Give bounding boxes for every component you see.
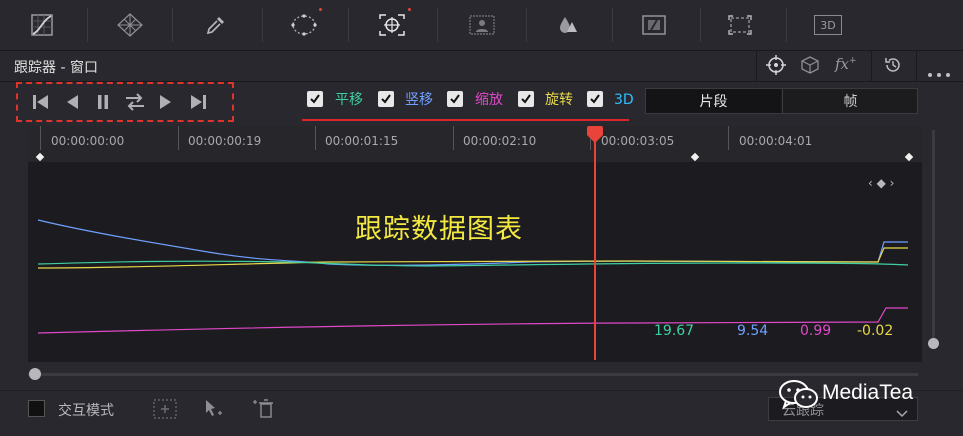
magic-mask-icon[interactable]: [462, 6, 502, 44]
cube-icon[interactable]: [799, 55, 821, 79]
key-icon[interactable]: [634, 6, 674, 44]
stop-track-icon[interactable]: [92, 92, 114, 112]
timecode-label: 00:00:04:01: [739, 134, 813, 148]
graph-annotation: 跟踪数据图表: [355, 214, 523, 245]
pan-value: 19.67: [654, 323, 695, 339]
delete-point-icon[interactable]: [250, 397, 276, 423]
clip-mode-button[interactable]: 片段: [646, 89, 781, 113]
tracker-icon[interactable]: [372, 6, 412, 44]
track-reverse-icon[interactable]: [61, 92, 83, 112]
blur-icon[interactable]: [548, 6, 588, 44]
curves-icon[interactable]: [22, 6, 62, 44]
track-forward-icon[interactable]: [155, 92, 177, 112]
vertical-zoom-handle[interactable]: [928, 338, 939, 349]
3d-label[interactable]: 3D: [614, 91, 634, 109]
checkmark-icon: [310, 94, 320, 104]
panel-title: 跟踪器 - 窗口: [14, 60, 98, 76]
insert-points-icon[interactable]: [152, 398, 178, 424]
checkmark-icon: [381, 94, 391, 104]
ruler-tick: [178, 126, 179, 150]
wechat-logo-icon: [779, 380, 818, 410]
frame-mode-button[interactable]: 帧: [782, 89, 918, 113]
track-to-end-icon[interactable]: [187, 92, 209, 112]
zoom-checkbox[interactable]: [447, 91, 463, 107]
pan-checkbox[interactable]: [307, 91, 323, 107]
keyframe-nav[interactable]: ‹ ◆ ›: [868, 176, 894, 190]
checkmark-icon: [450, 94, 460, 104]
pan-label[interactable]: 平移: [335, 91, 363, 109]
watermark-text: MediaTea: [822, 381, 914, 404]
tilt-label[interactable]: 竖移: [405, 91, 433, 109]
graph-curves: [37, 219, 909, 334]
ruler-tick: [728, 126, 729, 150]
options-highlight-underline: [302, 119, 629, 121]
node-toolbar: 3D: [0, 0, 963, 51]
track-to-start-icon[interactable]: [30, 92, 52, 112]
view-mode-toggle: 片段 帧: [645, 88, 918, 114]
reset-icon[interactable]: [883, 55, 903, 79]
crosshair-icon[interactable]: [765, 54, 787, 80]
vertical-zoom-track[interactable]: [932, 130, 935, 340]
ruler-tick: [40, 126, 41, 150]
playhead-handle-icon[interactable]: [585, 126, 605, 144]
3d-icon[interactable]: 3D: [808, 6, 848, 44]
checkmark-icon: [590, 94, 600, 104]
ruler-tick: [315, 126, 316, 150]
3d-icon-label: 3D: [814, 15, 842, 35]
window-icon[interactable]: [284, 6, 324, 44]
more-icon[interactable]: [927, 63, 951, 77]
color-warper-icon[interactable]: [110, 6, 150, 44]
horizontal-scroll-handle[interactable]: [29, 368, 41, 380]
track-both-directions-icon[interactable]: [124, 92, 146, 112]
timecode-label: 00:00:02:10: [463, 134, 537, 148]
set-point-icon[interactable]: [203, 398, 223, 424]
timecode-label: 00:00:01:15: [325, 134, 399, 148]
timecode-label: 00:00:00:00: [51, 134, 125, 148]
interactive-mode-checkbox[interactable]: [28, 400, 45, 417]
3d-checkbox[interactable]: [587, 91, 603, 107]
zoom-value: 0.99: [800, 323, 832, 339]
fx-icon[interactable]: fx+: [835, 55, 857, 73]
rotate-checkbox[interactable]: [518, 91, 534, 107]
timecode-label: 00:00:00:19: [188, 134, 262, 148]
tilt-value: 9.54: [737, 323, 769, 339]
sizing-icon[interactable]: [720, 6, 760, 44]
timecode-label: 00:00:03:05: [601, 134, 675, 148]
tilt-checkbox[interactable]: [378, 91, 394, 107]
panel-header: 跟踪器 - 窗口 fx+: [0, 51, 963, 82]
zoom-curve: [37, 307, 908, 334]
rotate-value: -0.02: [857, 323, 894, 339]
fx-icon-label: fx: [835, 55, 850, 73]
playhead-line[interactable]: [594, 126, 596, 360]
checkmark-icon: [521, 94, 531, 104]
interactive-mode-label[interactable]: 交互模式: [58, 400, 114, 420]
qualifier-icon[interactable]: [196, 6, 236, 44]
zoom-label[interactable]: 缩放: [475, 91, 503, 109]
rotate-label[interactable]: 旋转: [545, 91, 573, 109]
ruler-tick: [453, 126, 454, 150]
